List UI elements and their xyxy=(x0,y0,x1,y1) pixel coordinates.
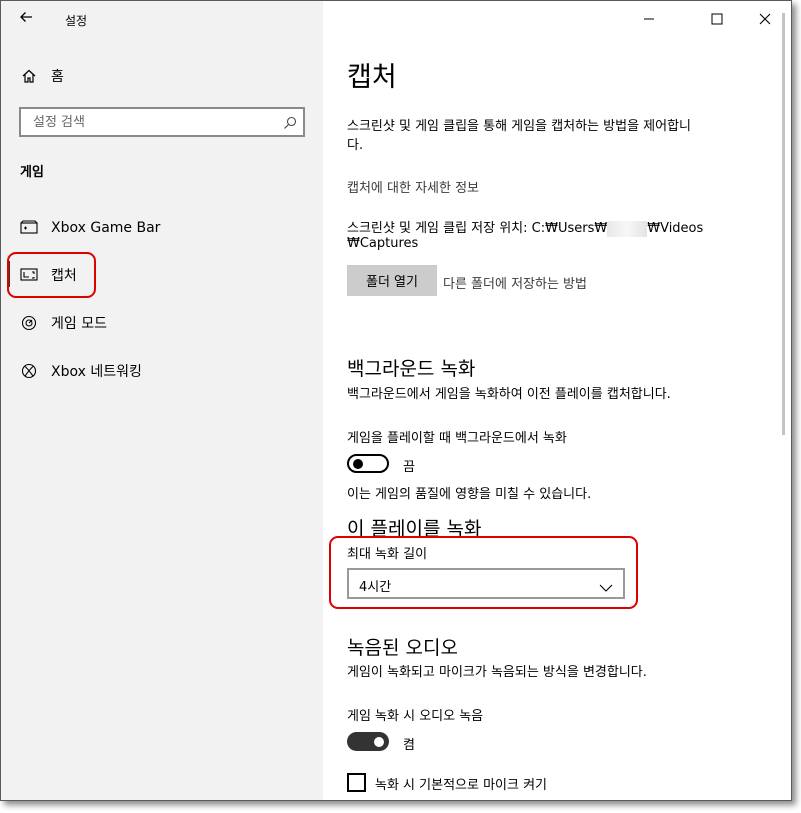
home-icon xyxy=(19,66,39,86)
save-location-prefix: 스크린샷 및 게임 클립 저장 위치: C:₩Users₩ xyxy=(347,221,608,236)
save-location: 스크린샷 및 게임 클립 저장 위치: C:₩Users₩ ₩Videos xyxy=(347,217,703,237)
sidebar-item-label: Xbox Game Bar xyxy=(51,220,161,236)
highlight-annotation xyxy=(329,536,638,609)
game-bar-icon xyxy=(19,218,39,238)
minimize-button[interactable] xyxy=(629,7,669,31)
background-toggle-state: 끔 xyxy=(403,460,415,475)
quality-note: 이는 게임의 품질에 영향을 미칠 수 있습니다. xyxy=(347,487,592,502)
background-toggle-label: 게임을 플레이할 때 백그라운드에서 녹화 xyxy=(347,431,567,446)
recorded-audio-description: 게임이 녹화되고 마이크가 녹음되는 방식을 변경합니다. xyxy=(347,665,647,680)
audio-toggle-label: 게임 녹화 시 오디오 녹음 xyxy=(347,709,484,724)
settings-window: 설정 홈 게임 Xbox Game Bar 캡처 xyxy=(0,0,792,801)
toggle-knob xyxy=(353,458,363,469)
background-recording-description: 백그라운드에서 게임을 녹화하여 이전 플레이를 캡처합니다. xyxy=(347,387,671,402)
sidebar-item-xbox-game-bar[interactable]: Xbox Game Bar xyxy=(1,208,323,248)
search-icon[interactable] xyxy=(283,115,297,134)
scrollbar[interactable] xyxy=(782,13,785,435)
sidebar-item-xbox-networking[interactable]: Xbox 네트워킹 xyxy=(1,351,323,391)
xbox-icon xyxy=(19,361,39,381)
section-header: 게임 xyxy=(20,165,44,180)
highlight-annotation xyxy=(7,252,96,298)
sidebar-item-label: 게임 모드 xyxy=(51,316,107,332)
sidebar-item-label: 홈 xyxy=(51,69,64,85)
sidebar-item-game-mode[interactable]: 게임 모드 xyxy=(1,303,323,343)
maximize-button[interactable] xyxy=(697,7,737,31)
audio-toggle-state: 켬 xyxy=(403,738,415,753)
toggle-knob xyxy=(374,736,384,747)
description-cont: 다. xyxy=(347,138,364,153)
game-mode-icon xyxy=(19,313,39,333)
sidebar-item-label: Xbox 네트워킹 xyxy=(51,364,142,380)
close-button[interactable] xyxy=(745,7,785,31)
audio-recording-toggle[interactable] xyxy=(347,732,389,751)
recorded-audio-heading: 녹음된 오디오 xyxy=(347,637,458,659)
back-arrow-icon[interactable] xyxy=(19,9,33,28)
other-folder-link[interactable]: 다른 폴더에 저장하는 방법 xyxy=(443,273,587,292)
sidebar: 설정 홈 게임 Xbox Game Bar 캡처 xyxy=(1,1,323,800)
mic-default-label: 녹화 시 기본적으로 마이크 켜기 xyxy=(375,778,548,793)
open-folder-button[interactable]: 폴더 열기 xyxy=(347,265,437,296)
page-title: 캡처 xyxy=(347,62,397,93)
mic-default-checkbox[interactable] xyxy=(347,773,366,792)
save-location-cont: ₩Captures xyxy=(347,236,419,251)
search-box[interactable] xyxy=(19,107,305,137)
save-location-suffix: ₩Videos xyxy=(647,221,704,236)
sidebar-item-home[interactable]: 홈 xyxy=(1,56,323,96)
main-content: 캡처 스크린샷 및 게임 클립을 통해 게임을 캡처하는 방법을 제어합니 다.… xyxy=(323,1,791,800)
background-recording-heading: 백그라운드 녹화 xyxy=(347,358,476,380)
redacted-username xyxy=(607,220,648,237)
background-recording-toggle[interactable] xyxy=(347,454,389,473)
description: 스크린샷 및 게임 클립을 통해 게임을 캡처하는 방법을 제어합니 xyxy=(347,119,692,134)
window-title: 설정 xyxy=(65,14,88,28)
more-info-link[interactable]: 캡처에 대한 자세한 정보 xyxy=(347,177,479,196)
search-input[interactable] xyxy=(31,114,275,131)
